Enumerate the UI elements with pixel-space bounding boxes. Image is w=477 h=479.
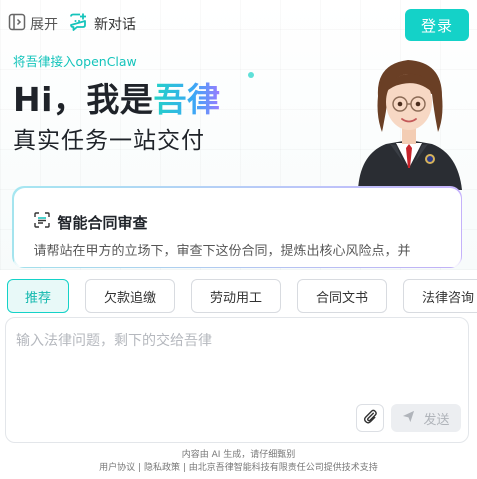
feature-card-title-text: 智能合同审查 bbox=[57, 213, 148, 232]
send-button[interactable]: 发送 bbox=[391, 404, 461, 432]
chip-labor-employment[interactable]: 劳动用工 bbox=[191, 279, 281, 313]
question-input[interactable] bbox=[16, 330, 456, 390]
headline-brand: 吾律 bbox=[153, 80, 221, 119]
decorative-dot bbox=[248, 72, 254, 78]
new-chat-button[interactable]: 新对话 bbox=[68, 13, 136, 35]
composer: 发送 bbox=[5, 317, 469, 443]
provider-text: 由北京吾律智能科技有限责任公司提供技术支持 bbox=[188, 463, 378, 473]
send-label: 发送 bbox=[423, 412, 450, 428]
openclaw-link[interactable]: 将吾律接入openClaw bbox=[13, 51, 137, 70]
feature-card[interactable]: 智能合同审查 请帮站在甲方的立场下，审查下这份合同，提炼出核心风险点，并 bbox=[12, 186, 462, 268]
login-button[interactable]: 登录 bbox=[405, 9, 469, 41]
card-fade-overlay bbox=[13, 252, 461, 267]
privacy-policy-link[interactable]: 隐私政策 bbox=[144, 463, 180, 473]
user-agreement-link[interactable]: 用户协议 bbox=[99, 463, 135, 473]
hero-headline: Hi，我是吾律 bbox=[13, 73, 220, 121]
expand-label: 展开 bbox=[30, 17, 58, 33]
footer-separator: | bbox=[138, 463, 142, 473]
top-bar: 展开 新对话 登录 bbox=[0, 0, 477, 48]
hero-subline: 真实任务一站交付 bbox=[13, 128, 205, 154]
new-chat-icon bbox=[68, 12, 88, 36]
chip-recommended[interactable]: 推荐 bbox=[7, 279, 69, 313]
headline-prefix: Hi，我是 bbox=[13, 80, 154, 119]
send-arrow-icon bbox=[402, 410, 415, 427]
new-chat-label: 新对话 bbox=[94, 17, 136, 33]
expand-sidebar-button[interactable]: 展开 bbox=[8, 13, 58, 35]
chip-contract-documents[interactable]: 合同文书 bbox=[297, 279, 387, 313]
feature-card-title: 智能合同审查 bbox=[33, 212, 148, 233]
attach-button[interactable] bbox=[356, 404, 384, 432]
footer-separator: | bbox=[182, 463, 186, 473]
chip-legal-consultation[interactable]: 法律咨询 bbox=[403, 279, 477, 313]
scan-document-icon bbox=[33, 212, 50, 232]
chip-debt-collection[interactable]: 欠款追缴 bbox=[85, 279, 175, 313]
sidebar-expand-icon bbox=[8, 13, 26, 35]
footer-links: 用户协议 | 隐私政策 | 由北京吾律智能科技有限责任公司提供技术支持 bbox=[0, 460, 477, 473]
lawyer-mascot-illustration bbox=[358, 60, 462, 190]
category-chips: 推荐 欠款追缴 劳动用工 合同文书 法律咨询 bbox=[7, 279, 477, 313]
ai-notice: 内容由 AI 生成，请仔细甄别 bbox=[181, 450, 296, 460]
paperclip-icon bbox=[363, 409, 378, 428]
